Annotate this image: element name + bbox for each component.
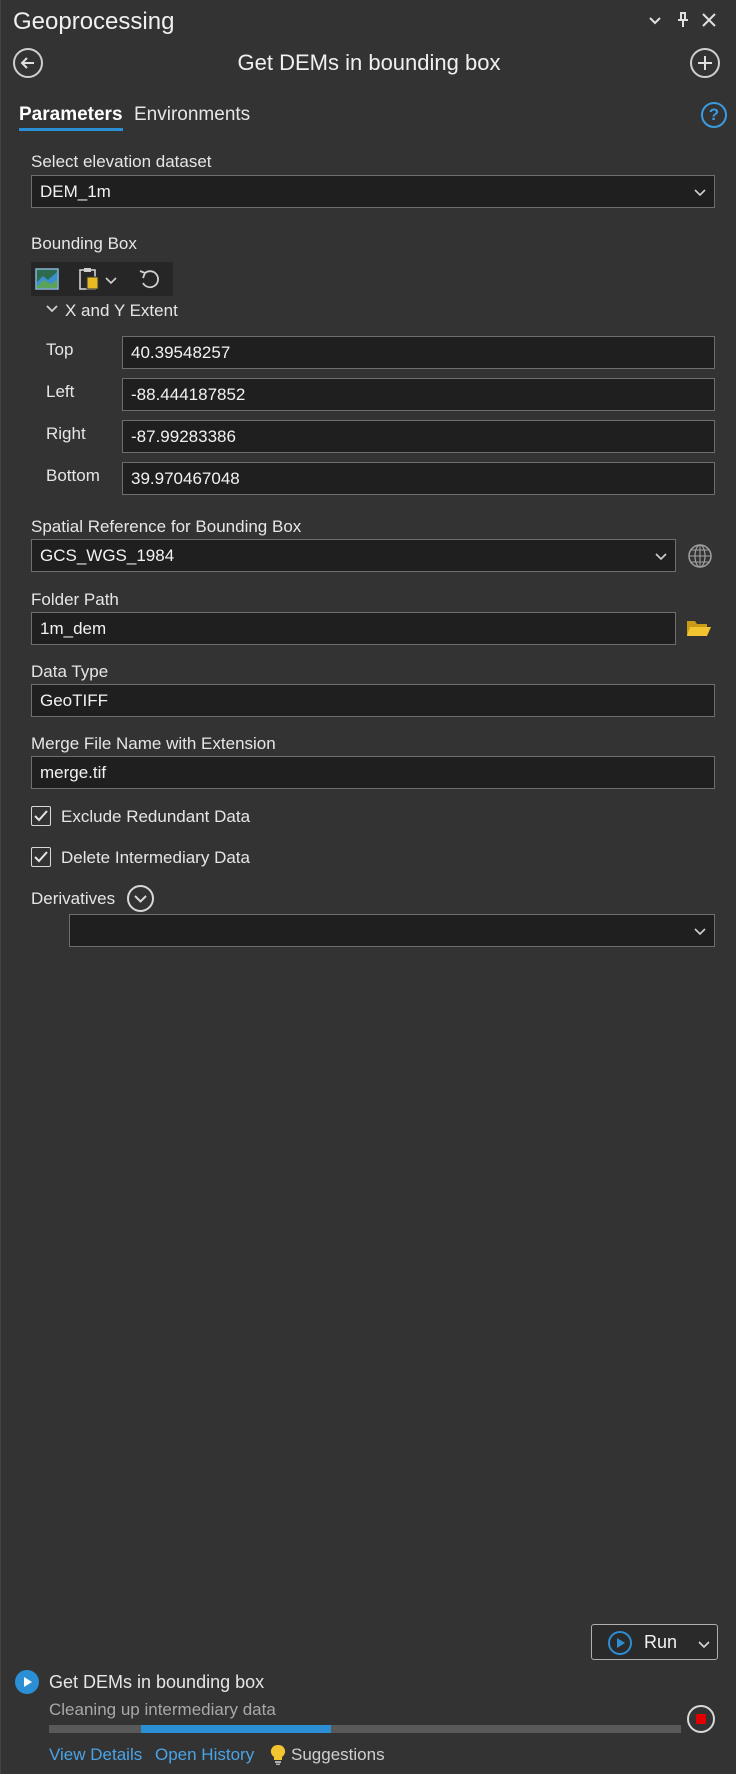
close-icon[interactable]	[699, 10, 719, 30]
run-button[interactable]: Run	[591, 1624, 718, 1660]
collapse-extent-chevron-icon[interactable]	[46, 302, 58, 314]
top-input[interactable]: 40.39548257	[122, 336, 715, 369]
extent-label: X and Y Extent	[65, 301, 178, 320]
spatial-ref-dropdown[interactable]: GCS_WGS_1984	[31, 539, 676, 572]
right-value: -87.99283386	[131, 427, 236, 446]
pin-icon[interactable]	[673, 10, 693, 30]
merge-name-input[interactable]: merge.tif	[31, 756, 715, 789]
spatial-ref-label: Spatial Reference for Bounding Box	[31, 517, 302, 536]
lightbulb-icon	[270, 1744, 286, 1766]
view-details-link[interactable]: View Details	[49, 1745, 142, 1765]
top-label: Top	[46, 340, 74, 359]
top-value: 40.39548257	[131, 343, 231, 362]
folder-input[interactable]: 1m_dem	[31, 612, 676, 645]
pane-options-icon[interactable]	[645, 10, 665, 30]
tool-header: Get DEMs in bounding box	[1, 44, 736, 86]
right-input[interactable]: -87.99283386	[122, 420, 715, 453]
exclude-redundant-checkbox[interactable]	[31, 806, 51, 826]
exclude-redundant-label: Exclude Redundant Data	[61, 807, 251, 826]
tab-bar: Parameters Environments ?	[1, 100, 736, 136]
spatial-ref-value: GCS_WGS_1984	[40, 546, 175, 565]
open-history-link[interactable]: Open History	[155, 1745, 254, 1765]
globe-icon[interactable]	[687, 543, 713, 569]
chevron-down-icon	[694, 928, 706, 936]
progress-bar	[49, 1725, 681, 1733]
run-options-chevron-icon[interactable]	[698, 1638, 710, 1650]
chevron-down-icon	[694, 189, 706, 197]
pane-title: Geoprocessing	[13, 8, 175, 35]
running-icon	[15, 1670, 39, 1694]
bottom-label: Bottom	[46, 466, 100, 485]
left-value: -88.444187852	[131, 385, 246, 404]
folder-value: 1m_dem	[40, 619, 107, 638]
bbox-toolbar	[31, 262, 173, 296]
help-icon[interactable]: ?	[701, 102, 727, 128]
title-bar: Geoprocessing	[1, 0, 736, 42]
cancel-icon[interactable]	[687, 1705, 715, 1733]
data-type-input[interactable]: GeoTIFF	[31, 684, 715, 717]
folder-label: Folder Path	[31, 590, 119, 609]
progress-fill	[141, 1725, 331, 1733]
geoprocessing-pane: Geoprocessing Get DEMs in bounding box P…	[0, 0, 736, 1774]
delete-intermediary-checkbox[interactable]	[31, 847, 51, 867]
delete-intermediary-label: Delete Intermediary Data	[61, 848, 250, 867]
elevation-label: Select elevation dataset	[31, 152, 212, 171]
merge-name-value: merge.tif	[40, 763, 107, 782]
elevation-value: DEM_1m	[40, 182, 111, 201]
map-extent-icon[interactable]	[35, 268, 59, 290]
open-folder-icon[interactable]	[686, 616, 712, 640]
left-label: Left	[46, 382, 75, 401]
data-type-value: GeoTIFF	[40, 691, 109, 710]
bottom-input[interactable]: 39.970467048	[122, 462, 715, 495]
stop-square	[696, 1714, 706, 1724]
bbox-label: Bounding Box	[31, 234, 137, 253]
tool-title: Get DEMs in bounding box	[237, 50, 501, 75]
add-icon[interactable]	[690, 48, 720, 78]
status-tool-name: Get DEMs in bounding box	[49, 1672, 265, 1692]
tab-parameters[interactable]: Parameters	[19, 104, 123, 131]
paste-icon[interactable]	[77, 266, 101, 292]
derivatives-label: Derivatives	[31, 889, 116, 908]
elevation-dropdown[interactable]: DEM_1m	[31, 175, 715, 208]
status-message: Cleaning up intermediary data	[49, 1700, 276, 1719]
bottom-value: 39.970467048	[131, 469, 240, 488]
data-type-label: Data Type	[31, 662, 109, 681]
paste-options-chevron-icon[interactable]	[105, 274, 117, 286]
tab-environments[interactable]: Environments	[134, 104, 250, 126]
chevron-down-icon	[655, 553, 667, 561]
expand-derivatives-icon[interactable]	[127, 885, 154, 912]
merge-name-label: Merge File Name with Extension	[31, 734, 276, 753]
run-label: Run	[644, 1632, 678, 1652]
run-play-icon	[608, 1631, 632, 1655]
reset-icon[interactable]	[137, 267, 163, 291]
left-input[interactable]: -88.444187852	[122, 378, 715, 411]
right-label: Right	[46, 424, 86, 443]
derivatives-dropdown[interactable]	[69, 914, 715, 947]
suggestions-link[interactable]: Suggestions	[291, 1745, 385, 1765]
